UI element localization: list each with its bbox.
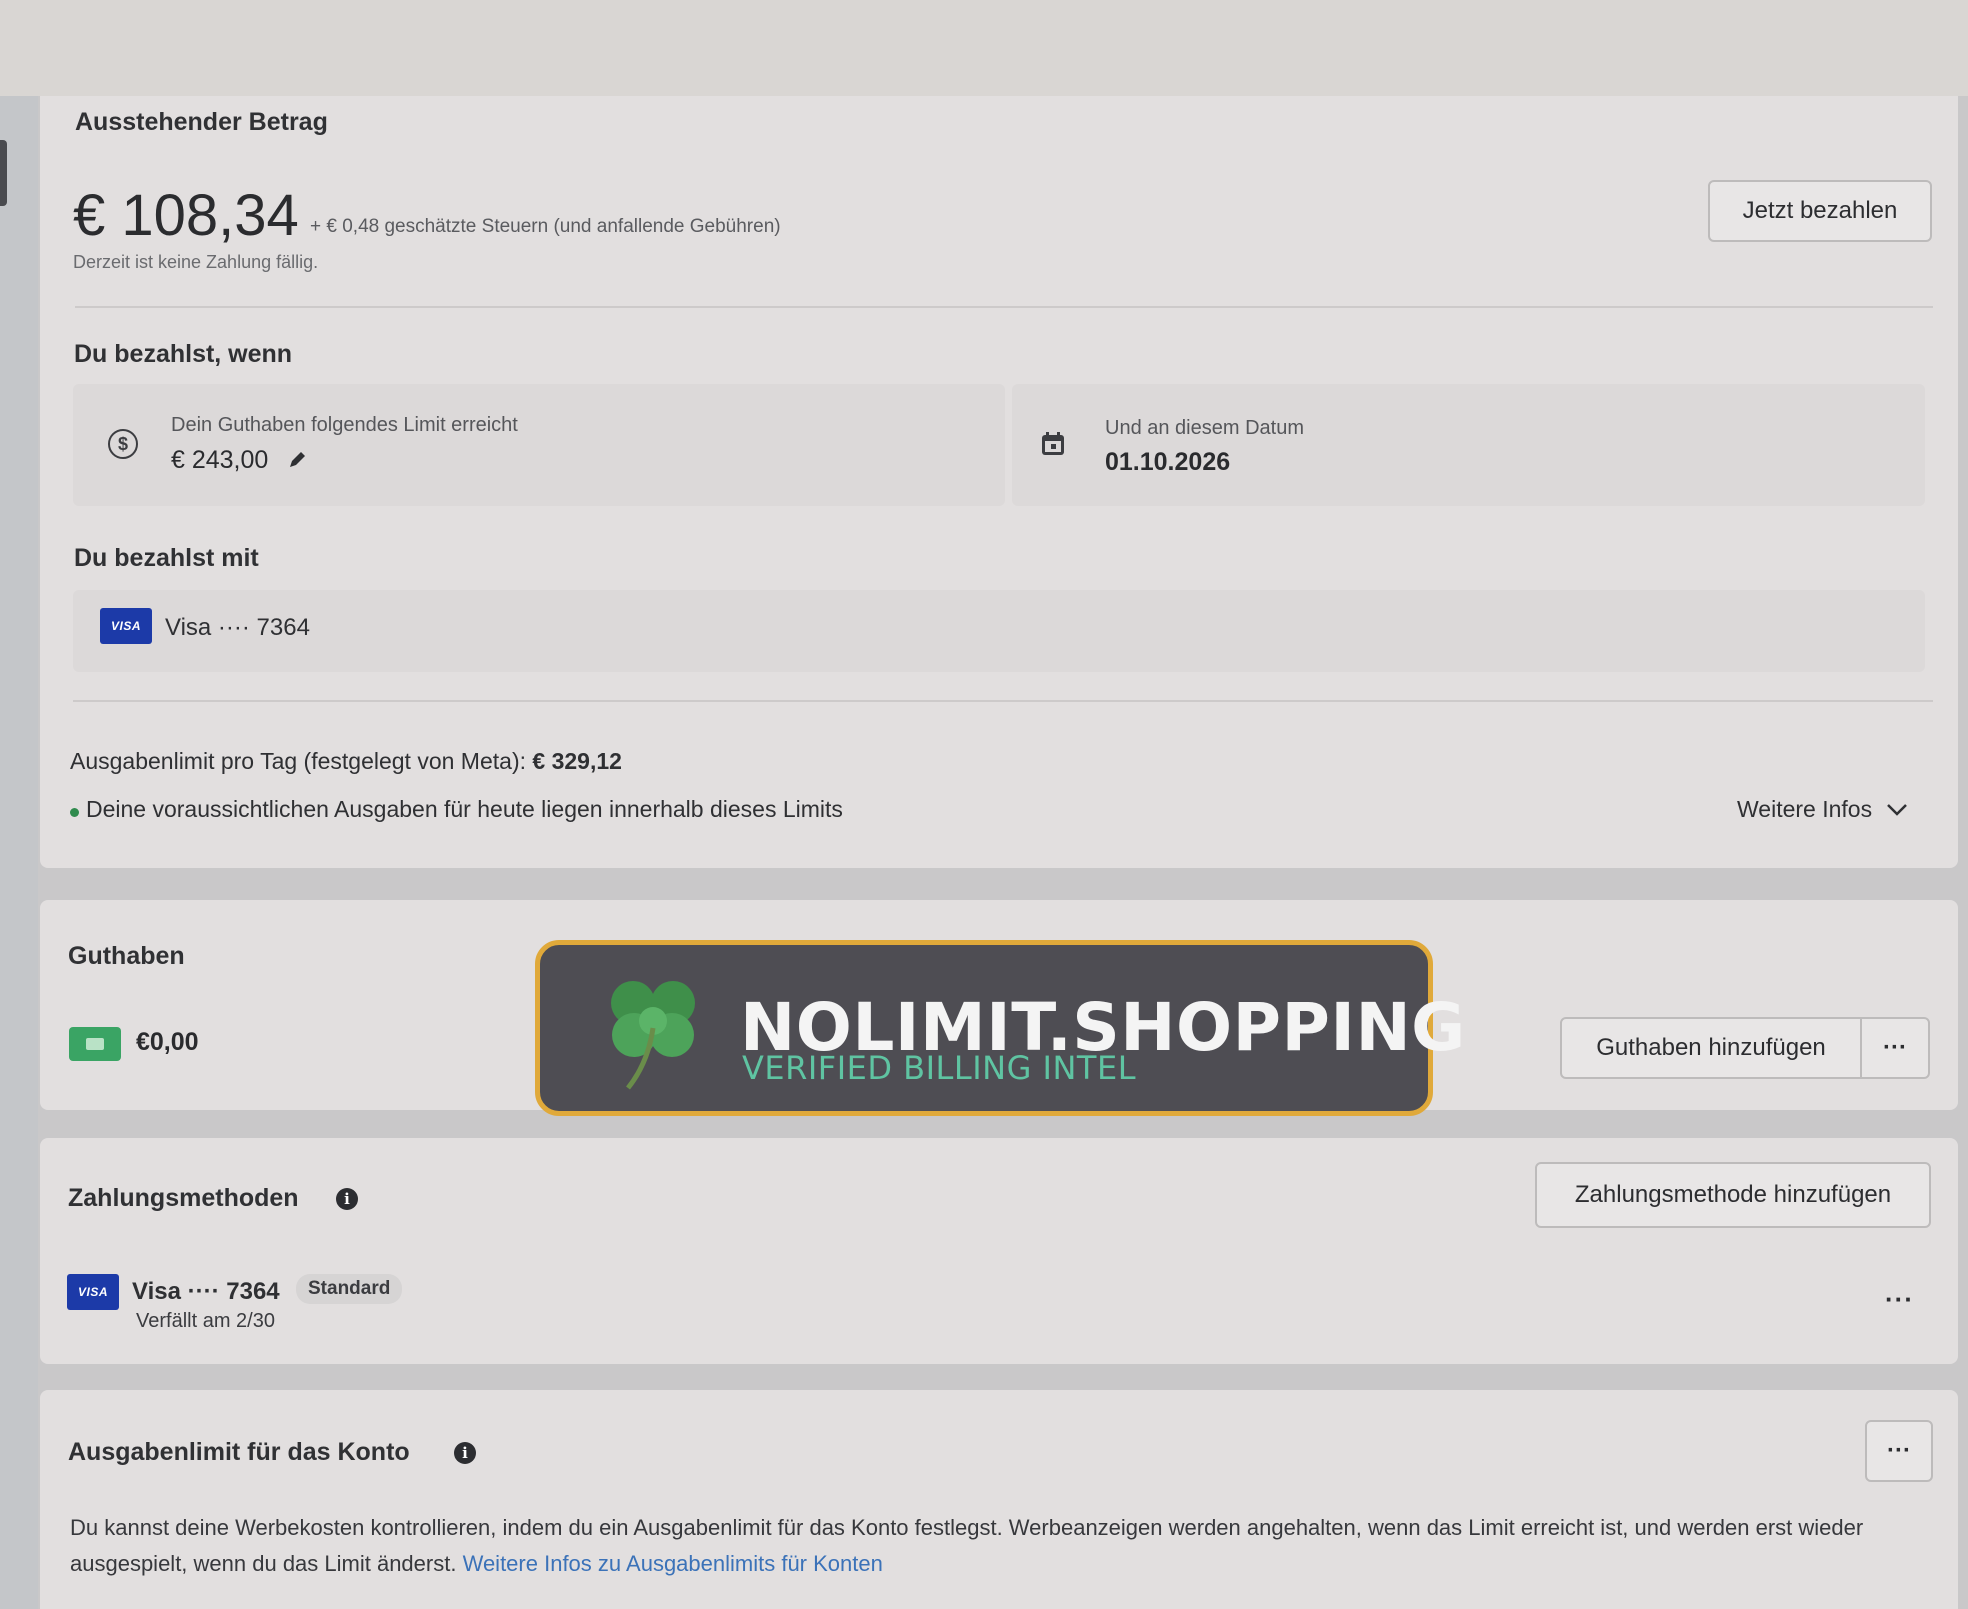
account-limit-link[interactable]: Weitere Infos zu Ausgabenlimits für Kont…	[463, 1551, 883, 1576]
visa-card-icon: VISA	[100, 608, 152, 644]
status-dot	[70, 808, 79, 817]
dollar-circle-icon: $	[108, 429, 138, 459]
info-icon[interactable]: i	[454, 1442, 476, 1464]
clover-icon	[611, 981, 695, 1090]
balance-more-button[interactable]: ···	[1860, 1017, 1930, 1079]
calendar-icon	[1042, 432, 1064, 455]
due-note: Derzeit ist keine Zahlung fällig.	[73, 252, 319, 272]
payment-source-row[interactable]: VISA Visa ···· 7364	[73, 590, 1925, 672]
payment-method-more-button[interactable]: ···	[1885, 1284, 1914, 1315]
date-label: Und an diesem Datum	[1105, 417, 1304, 439]
date-value: 01.10.2026	[1105, 448, 1231, 476]
account-limit-paragraph: Du kannst deine Werbekosten kontrolliere…	[70, 1515, 1864, 1576]
balance-heading: Guthaben	[68, 942, 185, 970]
more-infos-label: Weitere Infos	[1737, 796, 1873, 822]
tax-note: + € 0,48 geschätzte Steuern (und anfalle…	[310, 216, 781, 237]
top-bar	[0, 0, 1968, 96]
threshold-box: $ Dein Guthaben folgendes Limit erreicht…	[73, 384, 1005, 506]
date-box: Und an diesem Datum 01.10.2026	[1012, 384, 1925, 506]
pay-with-heading: Du bezahlst mit	[74, 544, 259, 572]
account-limit-heading: Ausgabenlimit für das Konto	[68, 1438, 410, 1466]
wallet-icon	[69, 1027, 121, 1061]
daily-limit-value: € 329,12	[532, 748, 622, 774]
pay-when-heading: Du bezahlst, wenn	[74, 340, 293, 368]
threshold-label: Dein Guthaben folgendes Limit erreicht	[171, 414, 518, 436]
info-icon[interactable]: i	[336, 1188, 358, 1210]
expiry-text: Verfällt am 2/30	[136, 1310, 275, 1332]
outstanding-heading: Ausstehender Betrag	[75, 108, 328, 136]
status-badge: Standard	[296, 1274, 403, 1304]
chevron-down-icon	[1887, 803, 1907, 816]
pencil-icon[interactable]	[287, 450, 307, 470]
watermark-banner: NOLIMIT.SHOPPING VERIFIED BILLING INTEL	[535, 940, 1465, 1116]
account-limit-more-button[interactable]: ···	[1865, 1420, 1933, 1482]
account-limit-description: Du kannst deine Werbekosten kontrolliere…	[70, 1510, 1940, 1582]
divider	[75, 306, 1933, 308]
balance-value: €0,00	[136, 1028, 199, 1056]
visa-card-icon: VISA	[67, 1274, 119, 1310]
banner-subtitle: VERIFIED BILLING INTEL	[742, 1049, 1137, 1087]
outstanding-card: Ausstehender Betrag € 108,34 + € 0,48 ge…	[40, 96, 1958, 868]
daily-limit-line: Ausgabenlimit pro Tag (festgelegt von Me…	[70, 748, 622, 775]
daily-limit-label: Ausgabenlimit pro Tag (festgelegt von Me…	[70, 748, 526, 774]
threshold-value: € 243,00	[171, 446, 269, 474]
forecast-text: Deine voraussichtlichen Ausgaben für heu…	[86, 796, 843, 822]
left-rail	[0, 96, 38, 1609]
account-limit-card: Ausgabenlimit für das Konto i ··· Du kan…	[40, 1390, 1958, 1609]
payment-methods-card: Zahlungsmethoden i Zahlungsmethode hinzu…	[40, 1138, 1958, 1364]
payment-method-text: Visa ···· 7364	[132, 1278, 280, 1305]
add-payment-method-button[interactable]: Zahlungsmethode hinzufügen	[1535, 1162, 1931, 1228]
divider	[73, 700, 1933, 702]
payment-source-text: Visa ···· 7364	[165, 614, 310, 641]
pay-now-button[interactable]: Jetzt bezahlen	[1708, 180, 1932, 242]
payment-methods-heading: Zahlungsmethoden	[68, 1184, 299, 1212]
rail-tab[interactable]	[0, 140, 7, 206]
add-balance-button[interactable]: Guthaben hinzufügen	[1560, 1017, 1862, 1079]
outstanding-amount: € 108,34	[73, 183, 299, 248]
more-infos-toggle[interactable]: Weitere Infos	[1737, 796, 1908, 823]
